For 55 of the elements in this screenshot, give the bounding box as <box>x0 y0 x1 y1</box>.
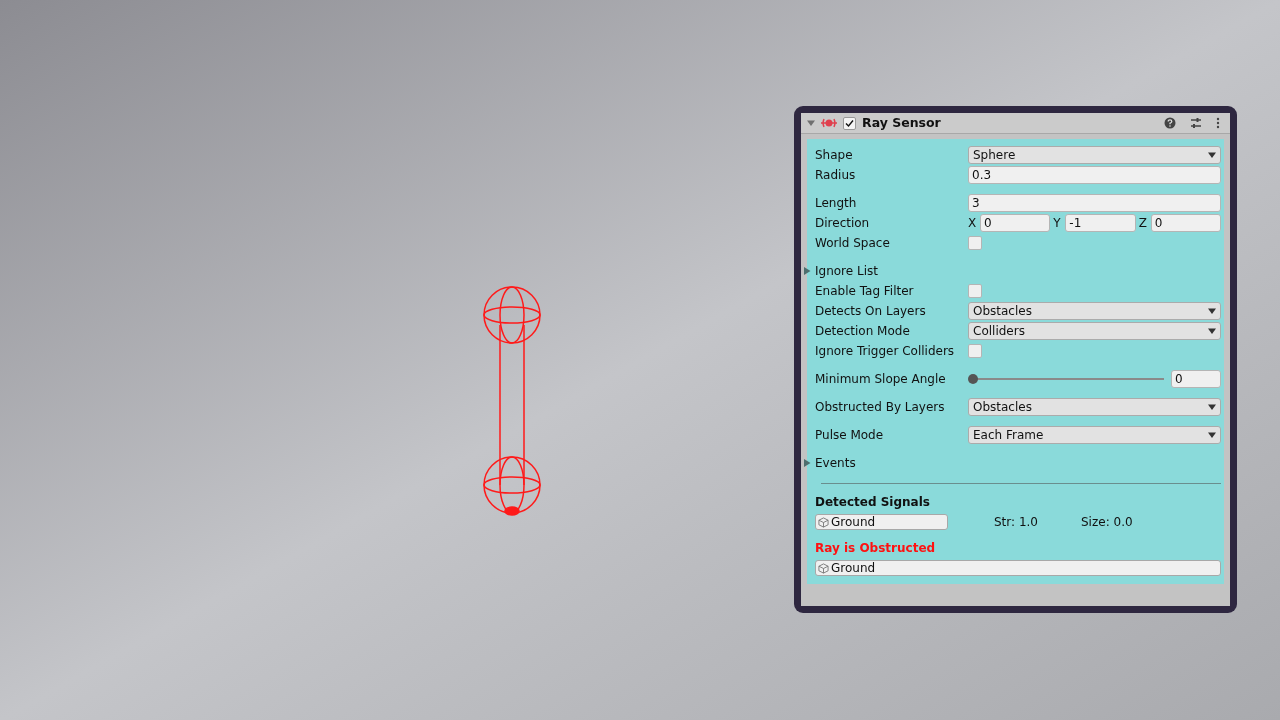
field-label: Enable Tag Filter <box>815 283 915 300</box>
field-label: Detects On Layers <box>815 303 927 320</box>
object-field[interactable]: Ground <box>815 514 948 530</box>
caret-icon <box>1208 403 1216 411</box>
input-field[interactable]: 0 <box>1150 214 1221 232</box>
cube-icon <box>818 516 829 528</box>
input-field[interactable]: 3 <box>968 194 1221 212</box>
field-label: Length <box>815 195 858 212</box>
strength-text: Str: 1.0 <box>994 514 1039 531</box>
enable-checkbox[interactable] <box>843 116 856 130</box>
size-text: Size: 0.0 <box>1081 514 1133 531</box>
field-label: Radius <box>815 167 857 184</box>
foldout-label[interactable]: Ignore List <box>815 262 878 280</box>
input-field[interactable]: 0.3 <box>968 166 1221 184</box>
caret-icon <box>1208 151 1216 159</box>
foldout-arrow-icon[interactable] <box>803 459 811 467</box>
input-field[interactable]: -1 <box>1065 214 1136 232</box>
dropdown[interactable]: Obstacles <box>968 398 1221 416</box>
input-field[interactable]: 0 <box>1171 370 1221 388</box>
settings-sliders-icon[interactable] <box>1190 117 1202 129</box>
field-label: Pulse Mode <box>815 427 885 444</box>
signal-icon <box>821 117 837 129</box>
component-title: Ray Sensor <box>862 113 942 132</box>
section-heading: Detected Signals <box>815 494 931 511</box>
caret-icon <box>1208 307 1216 315</box>
axis-label: Z <box>1138 215 1148 232</box>
caret-icon <box>1208 327 1216 335</box>
field-label: Detection Mode <box>815 323 911 340</box>
dropdown[interactable]: Sphere <box>968 146 1221 164</box>
field-label: Shape <box>815 147 854 164</box>
field-label: Obstructed By Layers <box>815 399 946 416</box>
checkbox[interactable] <box>968 284 982 298</box>
dropdown[interactable]: Each Frame <box>968 426 1221 444</box>
field-label: Minimum Slope Angle <box>815 371 947 388</box>
input-field[interactable]: 0 <box>980 214 1051 232</box>
obstruction-warning: Ray is Obstructed <box>815 540 937 557</box>
checkbox[interactable] <box>968 344 982 358</box>
caret-icon <box>1208 431 1216 439</box>
object-field[interactable]: Ground <box>815 560 1221 576</box>
field-label: World Space <box>815 235 891 252</box>
axis-label: X <box>968 215 977 232</box>
foldout-arrow-icon[interactable] <box>803 267 811 275</box>
checkbox[interactable] <box>968 236 982 250</box>
slider-thumb[interactable] <box>968 374 978 384</box>
foldout-arrow-icon[interactable] <box>807 119 815 127</box>
dropdown[interactable]: Colliders <box>968 322 1221 340</box>
axis-label: Y <box>1053 215 1062 232</box>
field-label: Direction <box>815 215 871 232</box>
foldout-label[interactable]: Events <box>815 454 856 472</box>
dropdown[interactable]: Obstacles <box>968 302 1221 320</box>
cube-icon <box>818 562 829 574</box>
field-label: Ignore Trigger Colliders <box>815 343 956 360</box>
more-menu-icon[interactable] <box>1216 117 1220 129</box>
slider-track[interactable] <box>968 373 1164 385</box>
help-icon[interactable] <box>1164 117 1176 129</box>
